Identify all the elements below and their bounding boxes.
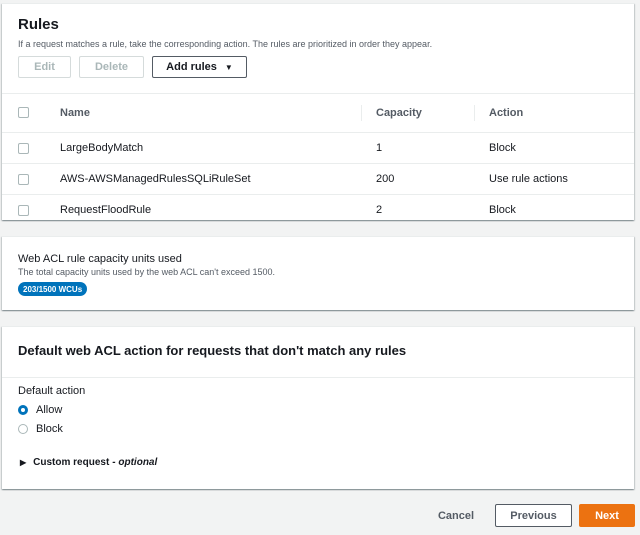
column-divider — [361, 105, 362, 121]
select-all-checkbox[interactable] — [18, 107, 29, 118]
radio-allow[interactable]: Allow — [18, 404, 62, 416]
column-header-capacity[interactable]: Capacity — [376, 94, 422, 132]
default-action-label: Default action — [18, 385, 86, 397]
radio-block-label: Block — [36, 423, 63, 435]
default-action-title: Default web ACL action for requests that… — [18, 343, 407, 358]
delete-button[interactable]: Delete — [79, 56, 144, 78]
caret-down-icon: ▼ — [224, 62, 233, 72]
default-action-header: Default web ACL action for requests that… — [2, 327, 634, 378]
edit-button[interactable]: Edit — [18, 56, 71, 78]
add-rules-button[interactable]: Add rules ▼ — [152, 56, 247, 78]
custom-request-label: Custom request — [33, 457, 110, 468]
rule-action: Block — [489, 142, 516, 154]
column-header-action[interactable]: Action — [489, 94, 523, 132]
rule-capacity: 200 — [376, 173, 395, 185]
row-checkbox[interactable] — [18, 174, 29, 185]
custom-request-expander[interactable]: ▶ Custom request - optional — [20, 457, 157, 468]
rule-name: LargeBodyMatch — [60, 142, 144, 154]
previous-button[interactable]: Previous — [495, 504, 572, 527]
rule-capacity: 1 — [376, 142, 383, 154]
capacity-title: Web ACL rule capacity units used — [18, 253, 182, 265]
capacity-panel: Web ACL rule capacity units used The tot… — [2, 236, 634, 310]
column-divider — [474, 105, 475, 121]
capacity-description: The total capacity units used by the web… — [18, 267, 276, 277]
column-header-name[interactable]: Name — [60, 94, 90, 132]
radio-unchecked-icon[interactable] — [18, 424, 28, 434]
radio-block[interactable]: Block — [18, 423, 63, 435]
default-action-panel: Default web ACL action for requests that… — [2, 326, 634, 489]
cancel-button[interactable]: Cancel — [430, 504, 482, 527]
next-button[interactable]: Next — [579, 504, 635, 527]
rules-panel: Rules If a request matches a rule, take … — [2, 3, 634, 220]
table-header: Name Capacity Action — [2, 93, 634, 133]
caret-right-icon: ▶ — [20, 458, 27, 467]
optional-label: - optional — [112, 457, 158, 468]
row-checkbox[interactable] — [18, 205, 29, 216]
capacity-badge: 203/1500 WCUs — [18, 282, 88, 296]
rule-capacity: 2 — [376, 204, 383, 216]
rules-description: If a request matches a rule, take the co… — [18, 39, 433, 49]
rules-title: Rules — [18, 16, 59, 33]
row-checkbox[interactable] — [18, 143, 29, 154]
table-row[interactable]: AWS-AWSManagedRulesSQLiRuleSet 200 Use r… — [2, 164, 634, 195]
table-row[interactable]: RequestFloodRule 2 Block — [2, 195, 634, 225]
rules-table: Name Capacity Action LargeBodyMatch 1 Bl… — [2, 93, 634, 225]
rule-name: AWS-AWSManagedRulesSQLiRuleSet — [60, 173, 251, 185]
add-rules-label: Add rules — [166, 61, 217, 73]
table-row[interactable]: LargeBodyMatch 1 Block — [2, 133, 634, 164]
rule-action: Block — [489, 204, 516, 216]
rule-name: RequestFloodRule — [60, 204, 152, 216]
radio-checked-icon[interactable] — [18, 405, 28, 415]
radio-allow-label: Allow — [36, 404, 63, 416]
rule-action: Use rule actions — [489, 173, 568, 185]
